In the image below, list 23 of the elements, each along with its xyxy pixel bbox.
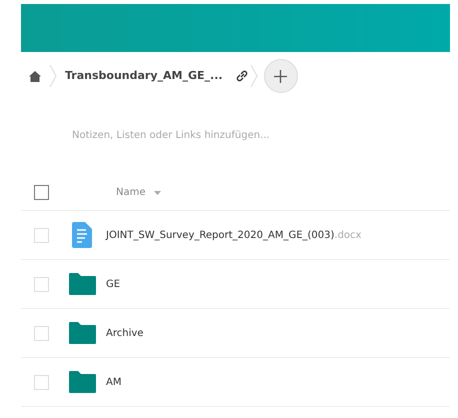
folder-icon <box>68 273 96 295</box>
folder-icon <box>68 322 96 344</box>
file-row[interactable]: GE <box>21 260 450 309</box>
file-row[interactable]: JOINT_SW_Survey_Report_2020_AM_GE_(003).docx <box>21 211 450 260</box>
caret-icon <box>154 190 161 194</box>
folder-icon <box>68 371 96 393</box>
description-field[interactable]: Notizen, Listen oder Links hinzufügen... <box>72 128 372 143</box>
document-icon <box>72 222 92 248</box>
link-icon[interactable] <box>236 70 248 82</box>
home-icon[interactable] <box>29 70 41 82</box>
name-sort-button[interactable]: Name <box>116 185 161 200</box>
file-row[interactable]: Archive <box>21 309 450 358</box>
chevron-separator-icon <box>250 64 258 88</box>
file-name: GE <box>106 278 120 292</box>
plus-icon <box>274 70 288 82</box>
add-button[interactable] <box>264 59 298 93</box>
chevron-separator-icon <box>49 64 57 88</box>
checkbox[interactable] <box>34 185 49 200</box>
breadcrumb-link[interactable]: Transboundary_AM_GE_... <box>65 68 223 84</box>
file-row[interactable]: AM <box>21 358 450 407</box>
file-name: AM <box>106 376 122 390</box>
file-name: Archive <box>106 326 144 340</box>
file-name: JOINT_SW_Survey_Report_2020_AM_GE_(003).docx <box>106 228 362 242</box>
